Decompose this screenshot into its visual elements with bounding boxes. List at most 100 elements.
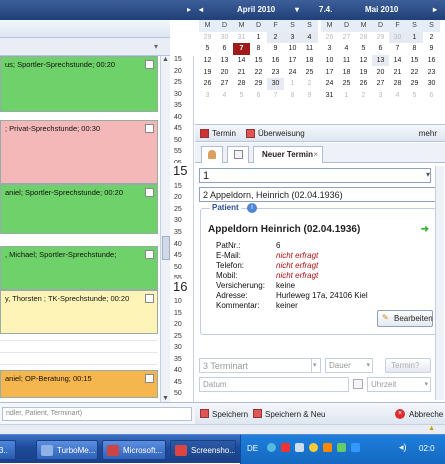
mehr-button[interactable]: mehr bbox=[419, 129, 437, 138]
calendar-day[interactable]: 23 bbox=[423, 66, 440, 78]
chevron-down-icon[interactable]: ▾ bbox=[366, 361, 370, 369]
calendar-day[interactable]: 1 bbox=[406, 31, 423, 44]
ueberweisung-button[interactable]: Überweisung bbox=[258, 129, 305, 138]
calendar-day[interactable]: 12 bbox=[355, 55, 372, 67]
calendar-day[interactable]: 23 bbox=[267, 66, 284, 78]
clock[interactable]: 02:0 bbox=[419, 444, 435, 453]
calendar-day[interactable]: 28 bbox=[233, 78, 250, 90]
language-indicator[interactable]: DE bbox=[247, 444, 258, 453]
calendar-day[interactable]: 14 bbox=[389, 55, 406, 67]
calendar-day[interactable]: 31 bbox=[233, 32, 250, 44]
calendar-day[interactable]: 28 bbox=[355, 32, 372, 44]
calendar-day[interactable]: 19 bbox=[355, 66, 372, 78]
bearbeiten-button[interactable]: ✎ Bearbeiten bbox=[377, 310, 433, 327]
taskbar-item-microsoft[interactable]: Microsoft... bbox=[102, 440, 166, 460]
volume-icon[interactable]: ◂) bbox=[399, 442, 407, 453]
chevron-down-icon[interactable]: ▾ bbox=[424, 380, 428, 388]
calendar-day[interactable]: 5 bbox=[199, 43, 216, 55]
search-input[interactable]: ndler, Patient, Terminart) bbox=[2, 407, 192, 421]
uhrzeit-field[interactable]: Uhrzeit ▾ bbox=[367, 377, 431, 392]
calendar-day[interactable]: 26 bbox=[355, 78, 372, 90]
tab-neuer-termin[interactable]: Neuer Termin × bbox=[253, 146, 323, 163]
calendar-day[interactable]: 17 bbox=[321, 66, 338, 78]
taskbar-item-screenshot[interactable]: Screensho... bbox=[170, 440, 236, 460]
chevron-down-icon[interactable]: ▾ bbox=[295, 5, 299, 14]
calendar-day[interactable]: 4 bbox=[389, 90, 406, 102]
calendar-day[interactable]: 2 bbox=[267, 31, 284, 44]
info-icon[interactable]: i bbox=[247, 203, 257, 213]
appointment-checkbox[interactable] bbox=[145, 188, 154, 197]
calendar-day[interactable]: 7 bbox=[233, 43, 250, 55]
calendar-day[interactable]: 26 bbox=[321, 32, 338, 44]
calendar-day[interactable]: 30 bbox=[216, 32, 233, 44]
taskbar-start-fragment[interactable]: 3.. bbox=[0, 440, 16, 460]
calendar-day[interactable]: 26 bbox=[199, 78, 216, 90]
termin-button[interactable]: Termin bbox=[212, 129, 236, 138]
calendar-day[interactable]: 5 bbox=[406, 90, 423, 102]
calendar-day[interactable]: 1 bbox=[338, 90, 355, 102]
appointment[interactable]: y, Thorsten ; TK-Sprechstunde; 00:20 bbox=[0, 290, 158, 334]
calendar-day[interactable]: 22 bbox=[250, 66, 267, 78]
calendar-day[interactable]: 8 bbox=[250, 43, 267, 55]
terminart-dropdown[interactable]: ▾ bbox=[311, 358, 321, 373]
chevron-down-icon[interactable]: ▾ bbox=[426, 170, 430, 179]
calendar-day[interactable]: 27 bbox=[216, 78, 233, 90]
calendar-day[interactable]: 4 bbox=[216, 90, 233, 102]
calendar-day[interactable]: 11 bbox=[301, 43, 318, 55]
tab-calendar[interactable] bbox=[227, 146, 249, 163]
appointment[interactable]: us; Sportler-Sprechstunde; 00:20 bbox=[0, 56, 158, 112]
calendar-day[interactable]: 11 bbox=[338, 55, 355, 67]
appointment[interactable]: , Michael; Sportler-Sprechstunde; bbox=[0, 246, 158, 290]
chevron-left-icon[interactable]: ◂ bbox=[199, 5, 203, 14]
chevron-right-icon[interactable]: ▸ bbox=[187, 5, 191, 14]
calendar-day[interactable]: 6 bbox=[250, 90, 267, 102]
appointment[interactable]: aniel; OP-Beratung; 00:15 bbox=[0, 370, 158, 398]
calendar-day[interactable]: 6 bbox=[216, 43, 233, 55]
calendar-day[interactable]: 8 bbox=[406, 43, 423, 55]
calendar-day[interactable]: 30 bbox=[423, 78, 440, 90]
calendar-day[interactable]: 15 bbox=[406, 55, 423, 67]
tray-icon[interactable] bbox=[351, 443, 360, 452]
calendar-day[interactable]: 20 bbox=[216, 66, 233, 78]
calendar-day[interactable]: 29 bbox=[372, 32, 389, 44]
terminart-field[interactable]: 3 Terminart bbox=[199, 358, 319, 373]
calendar-day[interactable]: 12 bbox=[199, 55, 216, 67]
speichern-button[interactable]: Speichern bbox=[212, 410, 248, 419]
calendar-day[interactable]: 9 bbox=[423, 43, 440, 55]
calendar-day[interactable]: 2 bbox=[301, 78, 318, 90]
termin-check-button[interactable]: Termin? bbox=[385, 358, 431, 373]
appointment-checkbox[interactable] bbox=[145, 374, 154, 383]
calendar-day[interactable]: 13 bbox=[372, 54, 389, 67]
tab-person[interactable] bbox=[201, 146, 223, 163]
schedule-filter-bar[interactable]: ▾ bbox=[0, 38, 170, 56]
calendar-day[interactable]: 25 bbox=[338, 78, 355, 90]
calendar-day[interactable]: 28 bbox=[389, 78, 406, 90]
appointment-checkbox[interactable] bbox=[145, 250, 154, 259]
tray-icon[interactable] bbox=[323, 443, 332, 452]
calendar-day[interactable]: 3 bbox=[321, 43, 338, 55]
calendar-day[interactable]: 18 bbox=[338, 66, 355, 78]
calendar-day[interactable]: 17 bbox=[284, 55, 301, 67]
calendar-day[interactable]: 8 bbox=[284, 90, 301, 102]
calendar-day[interactable]: 4 bbox=[338, 43, 355, 55]
calendar-day[interactable]: 30 bbox=[267, 77, 284, 90]
calendar-day[interactable]: 16 bbox=[423, 55, 440, 67]
calendar-mai[interactable]: M D M D F S S 26 27 28 29 30 1 2 3 4 5 6 7 8 9 10 11 12 13 14 15 16… bbox=[321, 20, 440, 123]
appointment-checkbox[interactable] bbox=[145, 294, 154, 303]
chevron-right-icon[interactable]: ▸ bbox=[433, 5, 437, 14]
tray-icon[interactable] bbox=[309, 443, 318, 452]
appointment-checkbox[interactable] bbox=[145, 124, 154, 133]
chevron-down-icon[interactable]: ▾ bbox=[154, 42, 158, 51]
calendar-day[interactable]: 1 bbox=[250, 32, 267, 44]
calendar-day[interactable]: 29 bbox=[406, 78, 423, 90]
taskbar-item-turbomed[interactable]: TurboMe... bbox=[36, 440, 98, 460]
count-field[interactable]: 1 bbox=[199, 168, 431, 183]
calendar-day[interactable]: 7 bbox=[267, 90, 284, 102]
schedule-scrollbar[interactable]: ▲ ▼ bbox=[160, 56, 170, 402]
calendar-day[interactable]: 3 bbox=[372, 90, 389, 102]
month-label-april[interactable]: April 2010 bbox=[237, 5, 275, 14]
calendar-day[interactable]: 1 bbox=[284, 78, 301, 90]
calendar-day[interactable]: 4 bbox=[301, 31, 318, 44]
calendar-day[interactable]: 10 bbox=[321, 55, 338, 67]
calendar-day[interactable]: 27 bbox=[338, 32, 355, 44]
